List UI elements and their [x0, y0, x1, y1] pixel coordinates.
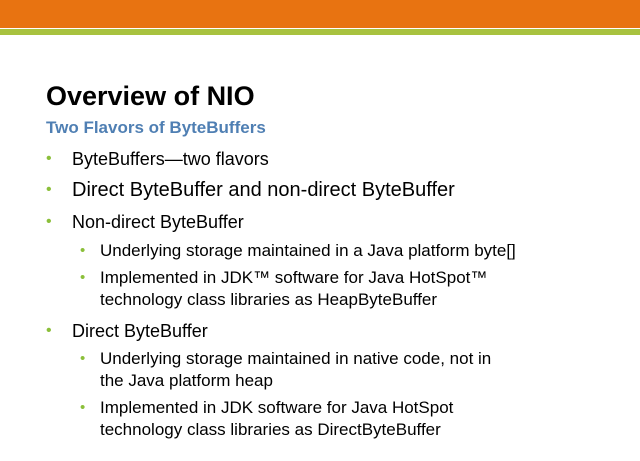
bullet-text: Direct ByteBuffer	[72, 321, 208, 341]
bullet-dot-icon: •	[46, 213, 52, 230]
slide-subtitle: Two Flavors of ByteBuffers	[46, 118, 266, 137]
bullet-text: ByteBuffers—two flavors	[72, 149, 269, 169]
sub-bullet-text-line2: technology class libraries as DirectByte…	[100, 420, 441, 439]
slide-title: Overview of NIO	[46, 81, 255, 111]
bullet-dot-icon: •	[80, 350, 86, 367]
bullet-dot-icon: •	[46, 322, 52, 339]
sub-bullet-text-line2: technology class libraries as HeapByteBu…	[100, 290, 438, 309]
bullet-text: Direct ByteBuffer and non-direct ByteBuf…	[72, 179, 455, 201]
sub-bullet-text-line2: the Java platform heap	[100, 371, 273, 390]
sub-bullet-text-line1: Implemented in JDK™ software for Java Ho…	[100, 268, 488, 287]
bullet-dot-icon: •	[46, 181, 52, 198]
sub-bullet-text-line1: Implemented in JDK software for Java Hot…	[100, 398, 454, 417]
bullet-dot-icon: •	[46, 150, 52, 167]
bullet-dot-icon: •	[80, 242, 86, 259]
sub-bullet-text-line1: Underlying storage maintained in native …	[100, 349, 492, 368]
sub-bullet-text: Underlying storage maintained in a Java …	[100, 241, 516, 260]
top-orange-band	[0, 0, 640, 28]
bullet-dot-icon: •	[80, 399, 86, 416]
bullet-text: Non-direct ByteBuffer	[72, 212, 244, 232]
bullet-dot-icon: •	[80, 269, 86, 286]
slide: Overview of NIO Two Flavors of ByteBuffe…	[0, 0, 640, 461]
top-green-stripe	[0, 29, 640, 35]
